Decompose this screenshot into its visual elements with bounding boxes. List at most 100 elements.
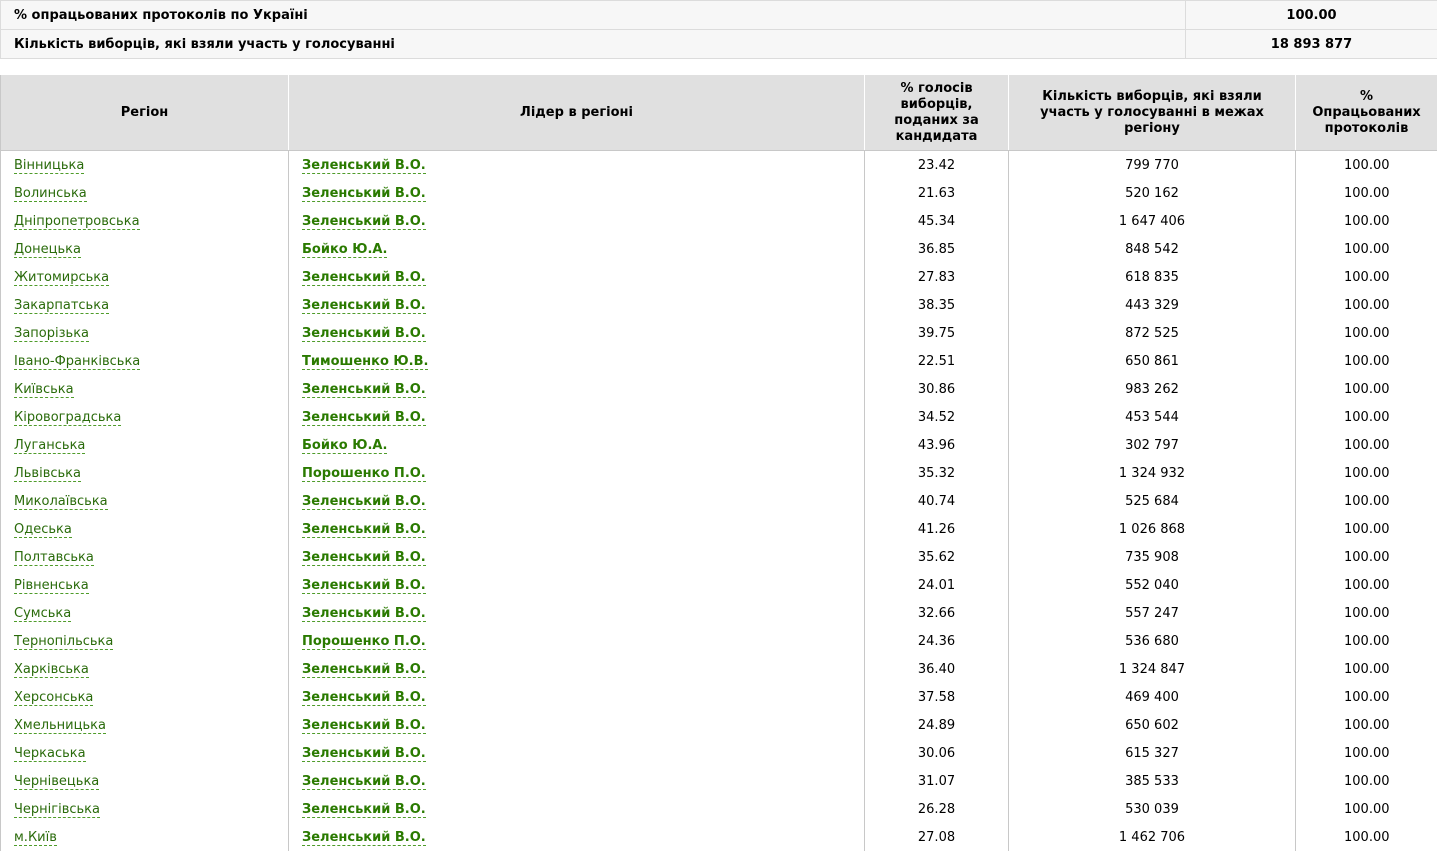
region-cell: Івано-Франківська — [0, 347, 289, 375]
region-link[interactable]: Миколаївська — [14, 493, 108, 510]
leader-link[interactable]: Зеленський В.О. — [302, 605, 426, 622]
leader-link[interactable]: Порошенко П.О. — [302, 465, 426, 482]
region-link[interactable]: м.Київ — [14, 829, 57, 846]
region-link[interactable]: Київська — [14, 381, 74, 398]
leader-link[interactable]: Зеленський В.О. — [302, 325, 426, 342]
leader-link[interactable]: Зеленський В.О. — [302, 213, 426, 230]
leader-link[interactable]: Зеленський В.О. — [302, 297, 426, 314]
region-cell: Житомирська — [0, 263, 289, 291]
table-row: Полтавська Зеленський В.О. 35.62 735 908 100… — [0, 543, 1437, 571]
protocols-cell: 100.00 — [1295, 655, 1437, 683]
table-header-row: Регіон Лідер в регіоні % голосів виборці… — [0, 74, 1437, 151]
leader-link[interactable]: Зеленський В.О. — [302, 409, 426, 426]
leader-link[interactable]: Зеленський В.О. — [302, 269, 426, 286]
region-link[interactable]: Хмельницька — [14, 717, 106, 734]
leader-link[interactable]: Бойко Ю.А. — [302, 437, 388, 454]
leader-link[interactable]: Зеленський В.О. — [302, 689, 426, 706]
leader-cell: Зеленський В.О. — [288, 795, 865, 823]
leader-cell: Тимошенко Ю.В. — [288, 347, 865, 375]
voters-cell: 302 797 — [1008, 431, 1296, 459]
region-link[interactable]: Черкаська — [14, 745, 86, 762]
region-link[interactable]: Івано-Франківська — [14, 353, 141, 370]
protocols-cell: 100.00 — [1295, 375, 1437, 403]
vote-percent-cell: 26.28 — [864, 795, 1009, 823]
table-row: Сумська Зеленський В.О. 32.66 557 247 100.00 — [0, 599, 1437, 627]
leader-link[interactable]: Зеленський В.О. — [302, 577, 426, 594]
table-row: Черкаська Зеленський В.О. 30.06 615 327 100.… — [0, 739, 1437, 767]
voters-cell: 650 602 — [1008, 711, 1296, 739]
region-link[interactable]: Луганська — [14, 437, 86, 454]
voters-cell: 618 835 — [1008, 263, 1296, 291]
leader-link[interactable]: Зеленський В.О. — [302, 381, 426, 398]
leader-link[interactable]: Зеленський В.О. — [302, 493, 426, 510]
region-link[interactable]: Вінницька — [14, 157, 85, 174]
leader-link[interactable]: Зеленський В.О. — [302, 549, 426, 566]
leader-link[interactable]: Зеленський В.О. — [302, 745, 426, 762]
summary-table: % опрацьованих протоколів по Україні 100… — [0, 0, 1437, 59]
vote-percent-cell: 21.63 — [864, 179, 1009, 207]
voters-cell: 1 026 868 — [1008, 515, 1296, 543]
region-link[interactable]: Закарпатська — [14, 297, 110, 314]
region-cell: Рівненська — [0, 571, 289, 599]
protocols-cell: 100.00 — [1295, 599, 1437, 627]
region-link[interactable]: Сумська — [14, 605, 72, 622]
region-link[interactable]: Запорізька — [14, 325, 90, 342]
region-link[interactable]: Львівська — [14, 465, 81, 482]
vote-percent-cell: 30.06 — [864, 739, 1009, 767]
voters-cell: 735 908 — [1008, 543, 1296, 571]
region-link[interactable]: Тернопільська — [14, 633, 114, 650]
leader-link[interactable]: Зеленський В.О. — [302, 829, 426, 846]
leader-link[interactable]: Зеленський В.О. — [302, 717, 426, 734]
region-link[interactable]: Донецька — [14, 241, 81, 258]
region-cell: Полтавська — [0, 543, 289, 571]
leader-link[interactable]: Бойко Ю.А. — [302, 241, 388, 258]
region-link[interactable]: Одеська — [14, 521, 72, 538]
protocols-cell: 100.00 — [1295, 739, 1437, 767]
header-voters: Кількість виборців, які взяли участь у г… — [1008, 74, 1296, 151]
leader-cell: Зеленський В.О. — [288, 543, 865, 571]
table-row: Запорізька Зеленський В.О. 39.75 872 525 100… — [0, 319, 1437, 347]
region-link[interactable]: Харківська — [14, 661, 89, 678]
protocols-cell: 100.00 — [1295, 319, 1437, 347]
region-cell: Чернігівська — [0, 795, 289, 823]
leader-link[interactable]: Зеленський В.О. — [302, 773, 426, 790]
region-link[interactable]: Житомирська — [14, 269, 110, 286]
region-link[interactable]: Чернівецька — [14, 773, 100, 790]
leader-link[interactable]: Порошенко П.О. — [302, 633, 426, 650]
region-link[interactable]: Дніпропетровська — [14, 213, 140, 230]
voters-cell: 520 162 — [1008, 179, 1296, 207]
leader-cell: Зеленський В.О. — [288, 683, 865, 711]
leader-cell: Зеленський В.О. — [288, 150, 865, 179]
protocols-cell: 100.00 — [1295, 767, 1437, 795]
region-link[interactable]: Херсонська — [14, 689, 94, 706]
vote-percent-cell: 40.74 — [864, 487, 1009, 515]
leader-cell: Зеленський В.О. — [288, 767, 865, 795]
leader-link[interactable]: Зеленський В.О. — [302, 801, 426, 818]
region-link[interactable]: Чернігівська — [14, 801, 101, 818]
leader-link[interactable]: Зеленський В.О. — [302, 661, 426, 678]
voters-cell: 469 400 — [1008, 683, 1296, 711]
region-cell: Донецька — [0, 235, 289, 263]
voters-cell: 983 262 — [1008, 375, 1296, 403]
leader-link[interactable]: Зеленський В.О. — [302, 157, 426, 174]
protocols-cell: 100.00 — [1295, 711, 1437, 739]
summary-value: 100.00 — [1185, 0, 1437, 30]
region-link[interactable]: Рівненська — [14, 577, 89, 594]
region-link[interactable]: Волинська — [14, 185, 87, 202]
table-row: Кіровоградська Зеленський В.О. 34.52 453 54… — [0, 403, 1437, 431]
table-row: Миколаївська Зеленський В.О. 40.74 525 684 1… — [0, 487, 1437, 515]
region-cell: Кіровоградська — [0, 403, 289, 431]
leader-link[interactable]: Тимошенко Ю.В. — [302, 353, 429, 370]
leader-link[interactable]: Зеленський В.О. — [302, 521, 426, 538]
region-cell: Вінницька — [0, 150, 289, 179]
leader-cell: Зеленський В.О. — [288, 179, 865, 207]
protocols-cell: 100.00 — [1295, 795, 1437, 823]
leader-link[interactable]: Зеленський В.О. — [302, 185, 426, 202]
region-cell: Миколаївська — [0, 487, 289, 515]
protocols-cell: 100.00 — [1295, 627, 1437, 655]
table-row: Чернівецька Зеленський В.О. 31.07 385 533 10… — [0, 767, 1437, 795]
region-link[interactable]: Полтавська — [14, 549, 94, 566]
region-link[interactable]: Кіровоградська — [14, 409, 122, 426]
vote-percent-cell: 34.52 — [864, 403, 1009, 431]
leader-cell: Зеленський В.О. — [288, 487, 865, 515]
